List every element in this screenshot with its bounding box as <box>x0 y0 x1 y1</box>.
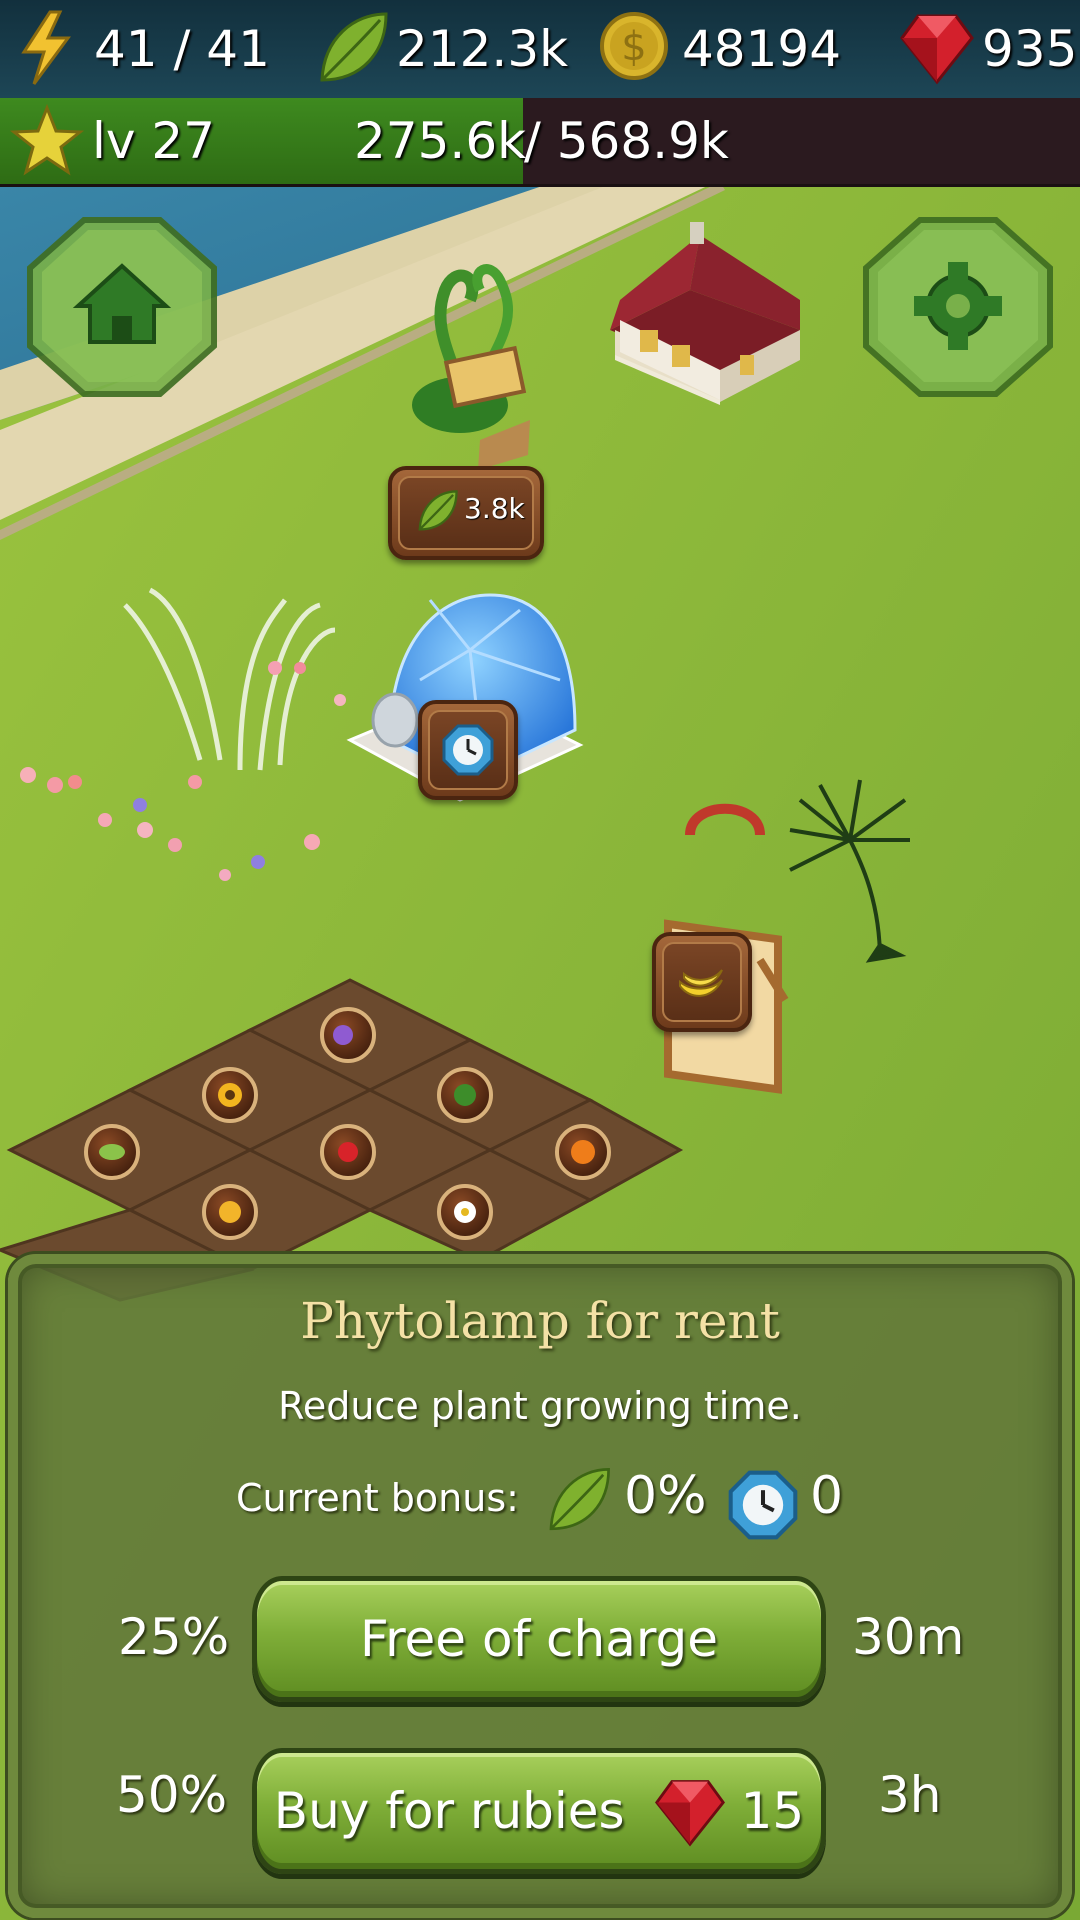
resource-bar: 41 / 41 212.3k $ 48194 935 <box>0 0 1080 100</box>
option-free-duration: 30m <box>852 1608 965 1666</box>
settings-button[interactable] <box>860 214 1056 400</box>
star-icon <box>10 104 84 176</box>
option-rubies-percent: 50% <box>116 1766 228 1824</box>
rubies-value: 935 <box>982 20 1078 78</box>
beanstalk-price-badge[interactable]: 3.8k <box>388 466 544 560</box>
bonus-time-value: 0 <box>810 1466 844 1526</box>
lightning-icon <box>21 10 71 85</box>
bonus-growth-value: 0% <box>624 1466 707 1526</box>
buy-for-rubies-button[interactable]: Buy for rubies 15 <box>252 1748 826 1874</box>
notice-board-badge[interactable] <box>652 932 752 1032</box>
option-rubies-duration: 3h <box>878 1766 942 1824</box>
leaf-icon <box>549 1468 610 1531</box>
home-button[interactable] <box>24 214 220 400</box>
free-of-charge-label: Free of charge <box>359 1610 719 1668</box>
coin-icon: $ <box>600 12 668 80</box>
clock-icon <box>728 1470 798 1540</box>
greenhouse-timer-badge[interactable] <box>418 700 518 800</box>
ruby-icon <box>654 1780 725 1847</box>
option-free-percent: 25% <box>118 1608 230 1666</box>
leaf-icon <box>418 490 458 531</box>
leaves-value: 212.3k <box>396 20 569 78</box>
panel-title: Phytolamp for rent <box>300 1292 780 1350</box>
current-bonus-label: Current bonus: <box>236 1476 519 1520</box>
xp-max: / 568.9k <box>524 112 729 170</box>
leaf-icon <box>320 12 388 82</box>
free-of-charge-button[interactable]: Free of charge <box>252 1576 826 1702</box>
level-label: lv 27 <box>92 112 215 170</box>
coins-value: 48194 <box>682 20 842 78</box>
clock-icon <box>442 724 494 776</box>
buy-for-rubies-label: Buy for rubies <box>273 1782 625 1840</box>
ruby-icon <box>900 14 974 85</box>
xp-current: 275.6k <box>354 112 527 170</box>
svg-text:$: $ <box>621 24 646 70</box>
ruby-price: 15 <box>740 1782 805 1840</box>
energy-value: 41 / 41 <box>94 20 270 78</box>
panel-description: Reduce plant growing time. <box>278 1384 802 1428</box>
level-bar: lv 27 275.6k / 568.9k <box>0 98 1080 187</box>
banana-icon <box>679 969 723 997</box>
beanstalk-price: 3.8k <box>464 492 525 525</box>
